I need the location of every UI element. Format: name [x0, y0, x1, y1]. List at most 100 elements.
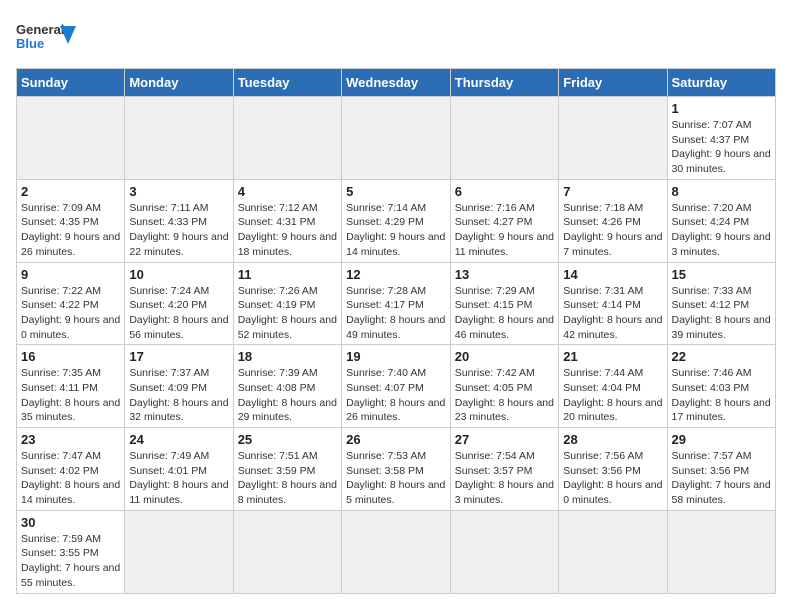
calendar-cell: 5 Sunrise: 7:14 AM Sunset: 4:29 PM Daylig… [342, 179, 451, 262]
calendar-week-3: 16Sunrise: 7:35 AM Sunset: 4:11 PM Dayli… [17, 345, 776, 428]
day-number: 4 [238, 184, 337, 199]
calendar-cell: 20 Sunrise: 7:42 AM Sunset: 4:05 PM Dayli… [450, 345, 558, 428]
day-info: Sunrise: 7:31 AM Sunset: 4:14 PM Dayligh… [563, 284, 662, 343]
calendar-table: SundayMondayTuesdayWednesdayThursdayFrid… [16, 68, 776, 594]
calendar-cell: 28Sunrise: 7:56 AM Sunset: 3:56 PM Dayli… [559, 428, 667, 511]
svg-text:General: General [16, 22, 64, 37]
calendar-week-0: 1 Sunrise: 7:07 AM Sunset: 4:37 PM Daylig… [17, 97, 776, 180]
weekday-header-sunday: Sunday [17, 69, 125, 97]
calendar-cell [342, 97, 451, 180]
day-info: Sunrise: 7:28 AM Sunset: 4:17 PM Dayligh… [346, 284, 446, 343]
day-info: Sunrise: 7:22 AM Sunset: 4:22 PM Dayligh… [21, 284, 120, 343]
day-number: 3 [129, 184, 228, 199]
calendar-week-2: 9 Sunrise: 7:22 AM Sunset: 4:22 PM Daylig… [17, 262, 776, 345]
weekday-header-row: SundayMondayTuesdayWednesdayThursdayFrid… [17, 69, 776, 97]
day-info: Sunrise: 7:47 AM Sunset: 4:02 PM Dayligh… [21, 449, 120, 508]
calendar-cell: 13 Sunrise: 7:29 AM Sunset: 4:15 PM Dayli… [450, 262, 558, 345]
day-number: 27 [455, 432, 554, 447]
calendar-cell: 12 Sunrise: 7:28 AM Sunset: 4:17 PM Dayli… [342, 262, 451, 345]
day-number: 6 [455, 184, 554, 199]
day-info: Sunrise: 7:29 AM Sunset: 4:15 PM Dayligh… [455, 284, 554, 343]
calendar-cell: 9 Sunrise: 7:22 AM Sunset: 4:22 PM Daylig… [17, 262, 125, 345]
calendar-cell: 30Sunrise: 7:59 AM Sunset: 3:55 PM Dayli… [17, 510, 125, 593]
day-number: 11 [238, 267, 337, 282]
calendar-cell [125, 97, 233, 180]
calendar-cell: 1 Sunrise: 7:07 AM Sunset: 4:37 PM Daylig… [667, 97, 776, 180]
day-number: 12 [346, 267, 446, 282]
day-info: Sunrise: 7:16 AM Sunset: 4:27 PM Dayligh… [455, 201, 554, 260]
calendar-cell: 24 Sunrise: 7:49 AM Sunset: 4:01 PM Dayli… [125, 428, 233, 511]
calendar-cell [125, 510, 233, 593]
day-number: 26 [346, 432, 446, 447]
day-number: 24 [129, 432, 228, 447]
calendar-cell: 6 Sunrise: 7:16 AM Sunset: 4:27 PM Daylig… [450, 179, 558, 262]
day-info: Sunrise: 7:37 AM Sunset: 4:09 PM Dayligh… [129, 366, 228, 425]
day-number: 10 [129, 267, 228, 282]
day-number: 17 [129, 349, 228, 364]
calendar-cell: 16Sunrise: 7:35 AM Sunset: 4:11 PM Dayli… [17, 345, 125, 428]
day-number: 5 [346, 184, 446, 199]
calendar-cell [233, 97, 341, 180]
calendar-cell: 2Sunrise: 7:09 AM Sunset: 4:35 PM Daylig… [17, 179, 125, 262]
svg-text:Blue: Blue [16, 36, 44, 51]
calendar-cell: 29 Sunrise: 7:57 AM Sunset: 3:56 PM Dayli… [667, 428, 776, 511]
day-info: Sunrise: 7:57 AM Sunset: 3:56 PM Dayligh… [672, 449, 772, 508]
calendar-cell: 3 Sunrise: 7:11 AM Sunset: 4:33 PM Daylig… [125, 179, 233, 262]
day-number: 15 [672, 267, 772, 282]
day-info: Sunrise: 7:51 AM Sunset: 3:59 PM Dayligh… [238, 449, 337, 508]
calendar-cell: 15Sunrise: 7:33 AM Sunset: 4:12 PM Dayli… [667, 262, 776, 345]
day-info: Sunrise: 7:07 AM Sunset: 4:37 PM Dayligh… [672, 118, 772, 177]
day-number: 30 [21, 515, 120, 530]
calendar-cell: 17 Sunrise: 7:37 AM Sunset: 4:09 PM Dayli… [125, 345, 233, 428]
day-info: Sunrise: 7:42 AM Sunset: 4:05 PM Dayligh… [455, 366, 554, 425]
weekday-header-saturday: Saturday [667, 69, 776, 97]
day-number: 19 [346, 349, 446, 364]
day-number: 18 [238, 349, 337, 364]
calendar-cell: 27Sunrise: 7:54 AM Sunset: 3:57 PM Dayli… [450, 428, 558, 511]
page-header: General Blue [16, 16, 776, 60]
calendar-week-4: 23Sunrise: 7:47 AM Sunset: 4:02 PM Dayli… [17, 428, 776, 511]
day-number: 13 [455, 267, 554, 282]
calendar-week-5: 30Sunrise: 7:59 AM Sunset: 3:55 PM Dayli… [17, 510, 776, 593]
weekday-header-monday: Monday [125, 69, 233, 97]
day-number: 7 [563, 184, 662, 199]
day-info: Sunrise: 7:18 AM Sunset: 4:26 PM Dayligh… [563, 201, 662, 260]
day-info: Sunrise: 7:12 AM Sunset: 4:31 PM Dayligh… [238, 201, 337, 260]
calendar-cell [667, 510, 776, 593]
day-info: Sunrise: 7:20 AM Sunset: 4:24 PM Dayligh… [672, 201, 772, 260]
calendar-body: 1 Sunrise: 7:07 AM Sunset: 4:37 PM Daylig… [17, 97, 776, 594]
calendar-cell: 4 Sunrise: 7:12 AM Sunset: 4:31 PM Daylig… [233, 179, 341, 262]
calendar-cell: 21Sunrise: 7:44 AM Sunset: 4:04 PM Dayli… [559, 345, 667, 428]
day-number: 8 [672, 184, 772, 199]
day-info: Sunrise: 7:49 AM Sunset: 4:01 PM Dayligh… [129, 449, 228, 508]
calendar-week-1: 2Sunrise: 7:09 AM Sunset: 4:35 PM Daylig… [17, 179, 776, 262]
calendar-cell: 19Sunrise: 7:40 AM Sunset: 4:07 PM Dayli… [342, 345, 451, 428]
weekday-header-friday: Friday [559, 69, 667, 97]
day-info: Sunrise: 7:09 AM Sunset: 4:35 PM Dayligh… [21, 201, 120, 260]
day-info: Sunrise: 7:35 AM Sunset: 4:11 PM Dayligh… [21, 366, 120, 425]
calendar-cell: 25 Sunrise: 7:51 AM Sunset: 3:59 PM Dayli… [233, 428, 341, 511]
calendar-cell: 14Sunrise: 7:31 AM Sunset: 4:14 PM Dayli… [559, 262, 667, 345]
calendar-cell [450, 97, 558, 180]
calendar-cell: 10Sunrise: 7:24 AM Sunset: 4:20 PM Dayli… [125, 262, 233, 345]
day-info: Sunrise: 7:14 AM Sunset: 4:29 PM Dayligh… [346, 201, 446, 260]
day-number: 29 [672, 432, 772, 447]
day-number: 1 [672, 101, 772, 116]
day-info: Sunrise: 7:53 AM Sunset: 3:58 PM Dayligh… [346, 449, 446, 508]
day-number: 28 [563, 432, 662, 447]
calendar-cell [450, 510, 558, 593]
calendar-cell [559, 97, 667, 180]
day-info: Sunrise: 7:11 AM Sunset: 4:33 PM Dayligh… [129, 201, 228, 260]
day-info: Sunrise: 7:46 AM Sunset: 4:03 PM Dayligh… [672, 366, 772, 425]
day-number: 9 [21, 267, 120, 282]
weekday-header-tuesday: Tuesday [233, 69, 341, 97]
logo-icon: General Blue [16, 16, 76, 60]
day-number: 20 [455, 349, 554, 364]
day-number: 25 [238, 432, 337, 447]
day-number: 22 [672, 349, 772, 364]
logo: General Blue [16, 16, 76, 60]
calendar-cell: 11Sunrise: 7:26 AM Sunset: 4:19 PM Dayli… [233, 262, 341, 345]
calendar-cell [559, 510, 667, 593]
calendar-cell: 22 Sunrise: 7:46 AM Sunset: 4:03 PM Dayli… [667, 345, 776, 428]
weekday-header-thursday: Thursday [450, 69, 558, 97]
